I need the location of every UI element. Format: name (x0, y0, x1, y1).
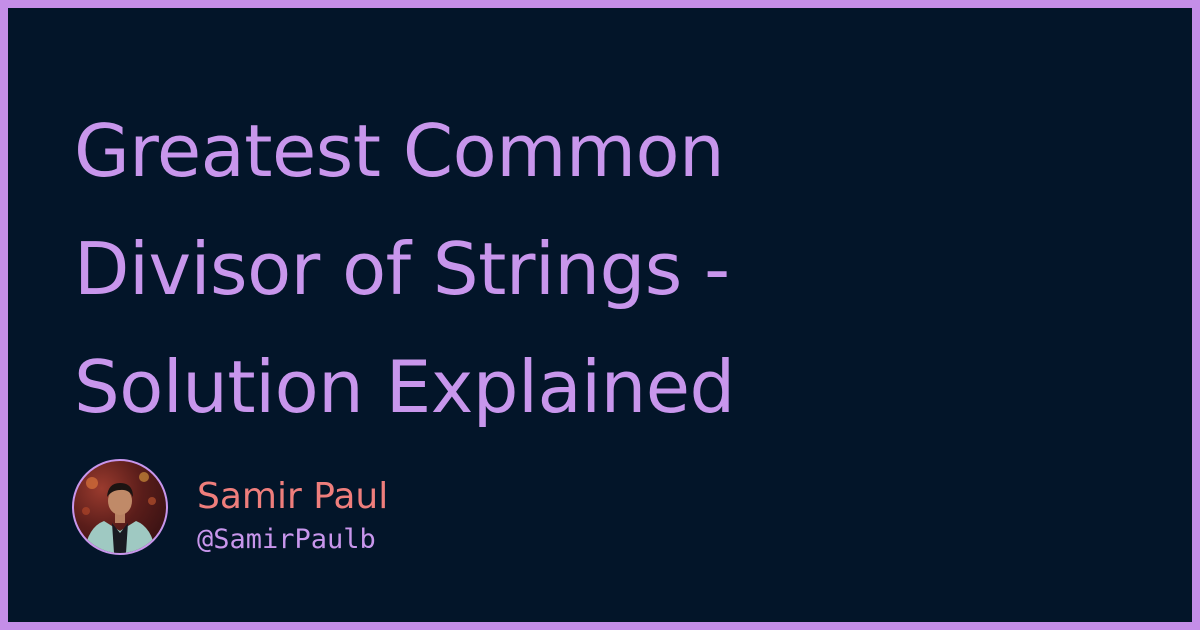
post-title: Greatest Common Divisor of Strings - Sol… (74, 92, 1074, 446)
avatar-portrait-icon (82, 472, 156, 553)
post-title-line-1: Greatest Common (74, 109, 725, 193)
author-name: Samir Paul (197, 476, 389, 517)
post-title-line-2: Divisor of Strings - (74, 227, 730, 311)
author-handle: @SamirPaulb (197, 524, 376, 555)
og-card: Greatest Common Divisor of Strings - Sol… (8, 8, 1192, 622)
post-title-line-3: Solution Explained (74, 345, 735, 429)
avatar (72, 459, 168, 555)
